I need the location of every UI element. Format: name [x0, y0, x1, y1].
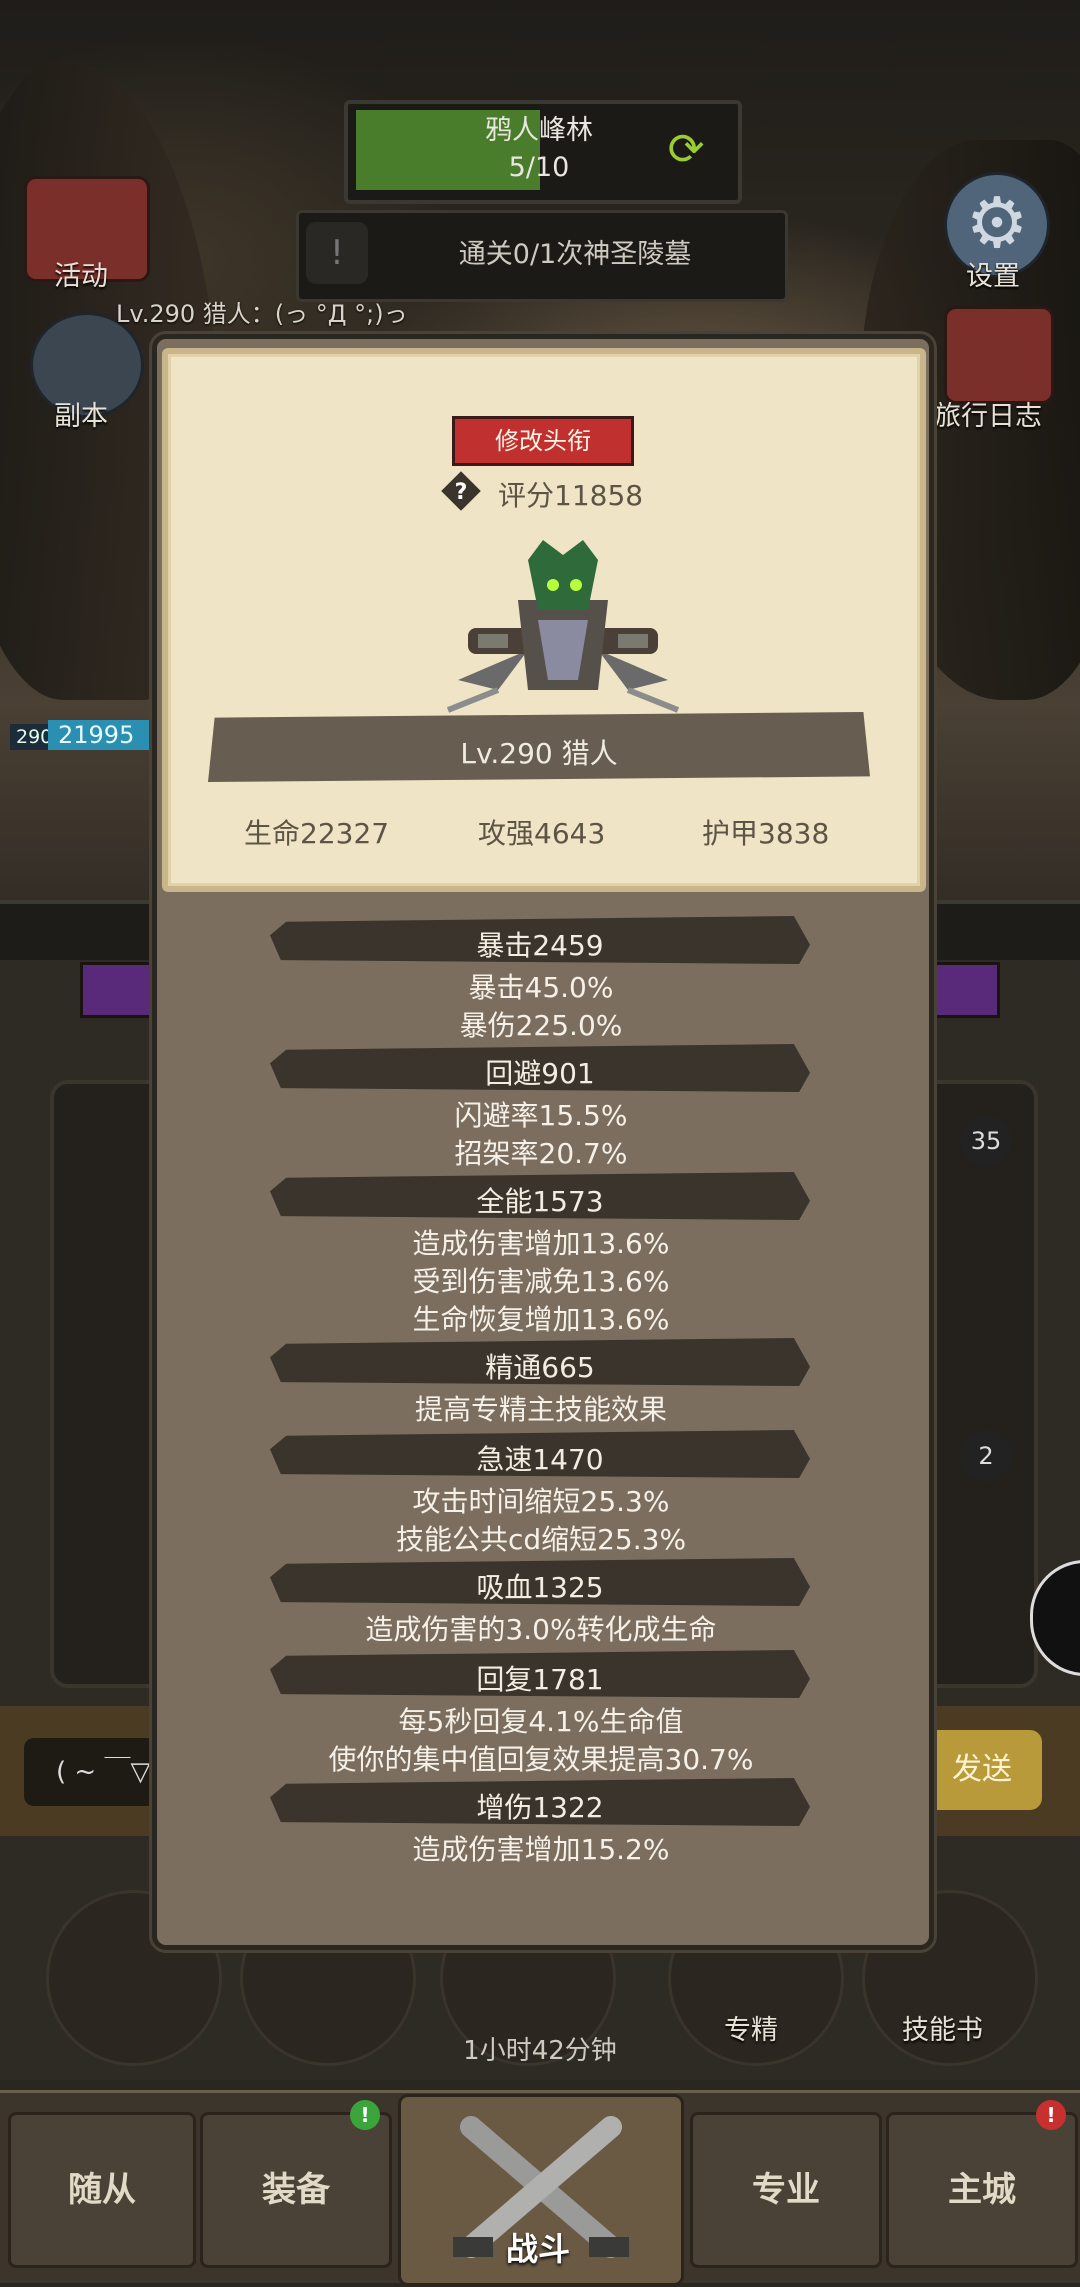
stat-line: 闪避率15.5%	[454, 1099, 628, 1132]
chest-timer: 1小时42分钟	[463, 2036, 617, 2066]
stat-line: 每5秒回复4.1%生命值	[398, 1705, 684, 1738]
nav-equipment[interactable]: 装备	[200, 2112, 392, 2268]
quest-text: 通关0/1次神圣陵墓	[458, 239, 692, 270]
stat-armor: 护甲3838	[702, 817, 830, 850]
section-title-haste: 急速1470	[476, 1443, 604, 1476]
section-title-crit: 暴击2459	[476, 929, 604, 962]
score: 评分11858	[498, 479, 644, 512]
character-name-line: Lv.290 猎人：(っ °Д °;)っ	[116, 300, 408, 328]
activity-label: 活动	[54, 261, 108, 292]
dungeon-label: 副本	[54, 401, 108, 432]
journal-icon[interactable]	[944, 306, 1054, 404]
hp-bar: 21995	[48, 720, 162, 750]
hunter-character-image	[446, 540, 680, 713]
stat-attack: 攻强4643	[478, 817, 606, 850]
section-title-damage-bonus: 增伤1322	[476, 1791, 604, 1824]
nav-profession[interactable]: 专业	[690, 2112, 882, 2268]
svg-text:?: ?	[455, 480, 468, 505]
refresh-icon[interactable]: ⟳	[660, 124, 712, 176]
section-title-mastery: 精通665	[485, 1351, 595, 1384]
equipment-badge: !	[350, 2100, 380, 2130]
stat-line: 暴击45.0%	[468, 971, 614, 1004]
section-title-versatility: 全能1573	[476, 1185, 604, 1218]
stat-line: 招架率20.7%	[454, 1137, 628, 1170]
stat-line: 技能公共cd缩短25.3%	[395, 1523, 687, 1556]
section-title-regen: 回复1781	[476, 1663, 604, 1696]
stat-line: 暴伤225.0%	[459, 1009, 623, 1042]
stat-hp: 生命22327	[244, 817, 390, 850]
item-count-badge: 35	[960, 1115, 1012, 1167]
alert-icon: !	[306, 222, 368, 284]
settings-label: 设置	[966, 261, 1020, 292]
skillbook-label: 技能书	[902, 2015, 983, 2046]
stat-line: 攻击时间缩短25.3%	[412, 1485, 670, 1518]
stat-line: 生命恢复增加13.6%	[412, 1303, 670, 1336]
stat-line: 使你的集中值回复效果提高30.7%	[328, 1743, 754, 1776]
send-button[interactable]: 发送	[922, 1730, 1042, 1810]
stat-line: 造成伤害增加15.2%	[412, 1833, 670, 1866]
section-title-lifesteal: 吸血1325	[476, 1571, 604, 1604]
nav-followers[interactable]: 随从	[8, 2112, 196, 2268]
stat-line: 受到伤害减免13.6%	[412, 1265, 670, 1298]
main-city-badge: !	[1036, 2100, 1066, 2130]
question-icon[interactable]: ?	[440, 470, 482, 512]
item-count-badge: 2	[960, 1430, 1012, 1482]
stat-line: 造成伤害增加13.6%	[412, 1227, 670, 1260]
stat-line: 造成伤害的3.0%转化成生命	[365, 1613, 717, 1646]
nav-main-city[interactable]: 主城	[886, 2112, 1078, 2268]
edit-title-button[interactable]: 修改头衔	[452, 416, 634, 466]
specialization-label: 专精	[724, 2015, 778, 2046]
stat-line: 提高专精主技能效果	[414, 1393, 667, 1426]
section-title-evasion: 回避901	[485, 1057, 595, 1090]
nav-battle-label: 战斗	[505, 2230, 570, 2268]
character-name: Lv.290 猎人	[460, 737, 618, 770]
journal-label: 旅行日志	[934, 401, 1042, 432]
